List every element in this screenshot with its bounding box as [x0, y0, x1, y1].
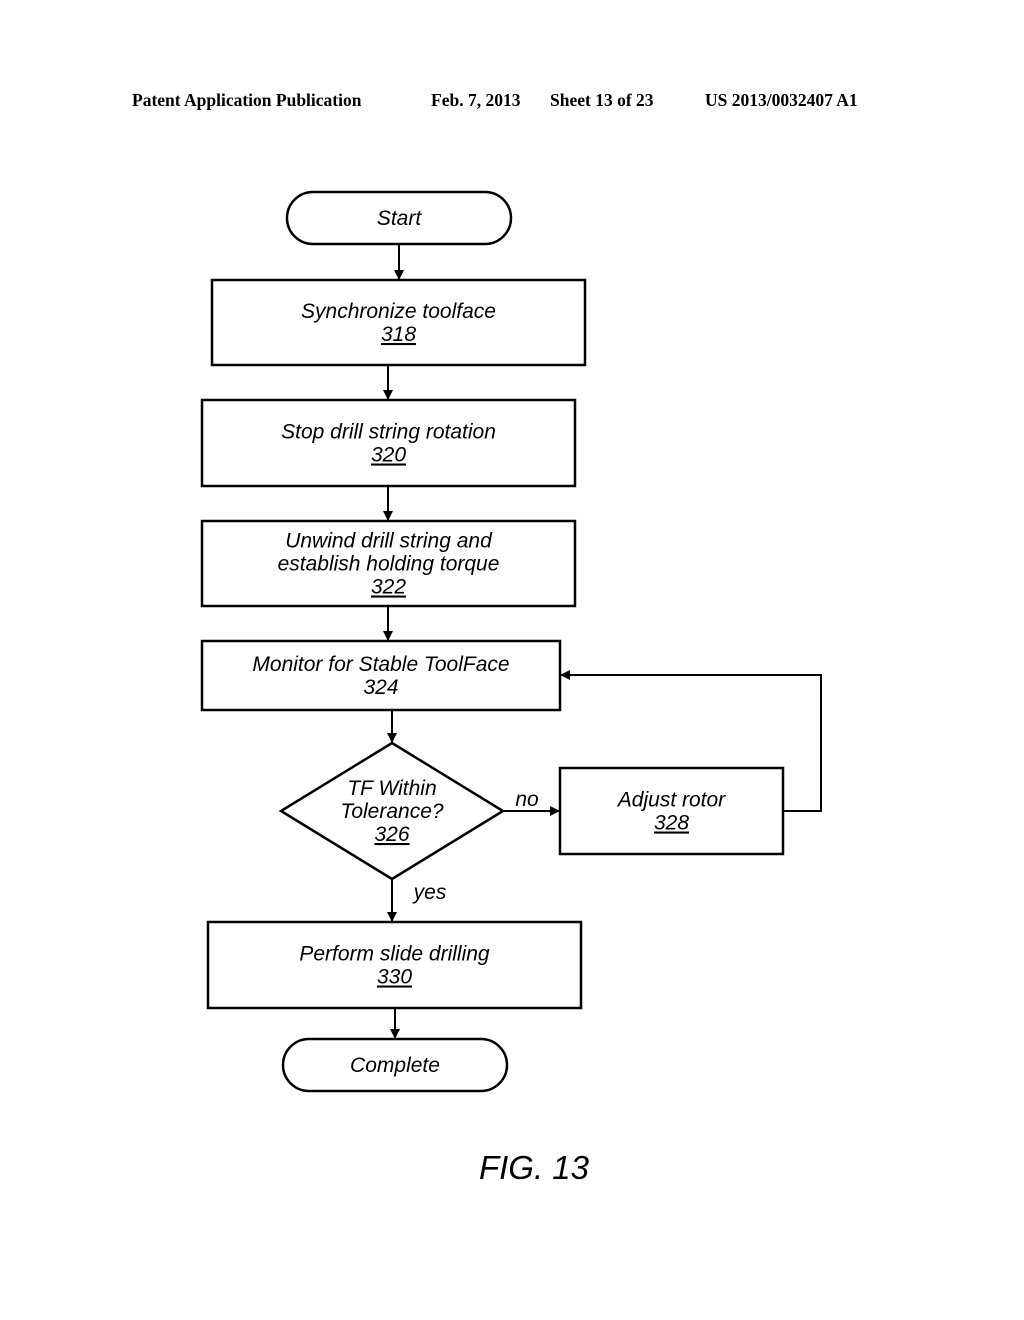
node-n324: Monitor for Stable ToolFace324	[200, 639, 562, 712]
node-label: establish holding torque	[278, 553, 500, 576]
node-start: Start	[285, 190, 513, 246]
node-label: Stop drill string rotation	[281, 421, 496, 444]
node-n328: Adjust rotor328	[558, 766, 785, 856]
node-ref-number: 330	[377, 966, 412, 989]
node-ref-number: 326	[374, 823, 409, 846]
node-n320: Stop drill string rotation320	[200, 398, 577, 488]
node-ref-number: 318	[381, 323, 416, 346]
node-ref-number: 320	[371, 444, 406, 467]
node-ref-number: 322	[371, 576, 406, 599]
node-n322: Unwind drill string andestablish holding…	[200, 519, 577, 608]
edge-label-no: no	[515, 788, 539, 811]
node-n326: TF WithinTolerance?326	[278, 741, 506, 881]
node-ref-number: 324	[363, 676, 398, 699]
node-n330: Perform slide drilling330	[206, 920, 583, 1010]
node-ref-number: 328	[654, 812, 689, 835]
node-label: TF Within	[347, 777, 436, 800]
flowchart: no yes Start Synchronize toolface318 Stop d…	[200, 190, 822, 1186]
node-label: Complete	[350, 1054, 440, 1077]
node-n318: Synchronize toolface318	[210, 278, 587, 367]
node-label: Tolerance?	[340, 800, 443, 823]
figure-label: FIG. 13	[479, 1149, 590, 1186]
edge-label-yes: yes	[412, 881, 447, 904]
node-label: Adjust rotor	[616, 789, 726, 812]
node-label: Unwind drill string and	[285, 530, 493, 553]
node-label: Synchronize toolface	[301, 300, 496, 323]
node-label: Monitor for Stable ToolFace	[252, 653, 509, 676]
node-label: Start	[377, 207, 423, 230]
node-label: Perform slide drilling	[299, 943, 490, 966]
node-complete: Complete	[281, 1037, 509, 1093]
